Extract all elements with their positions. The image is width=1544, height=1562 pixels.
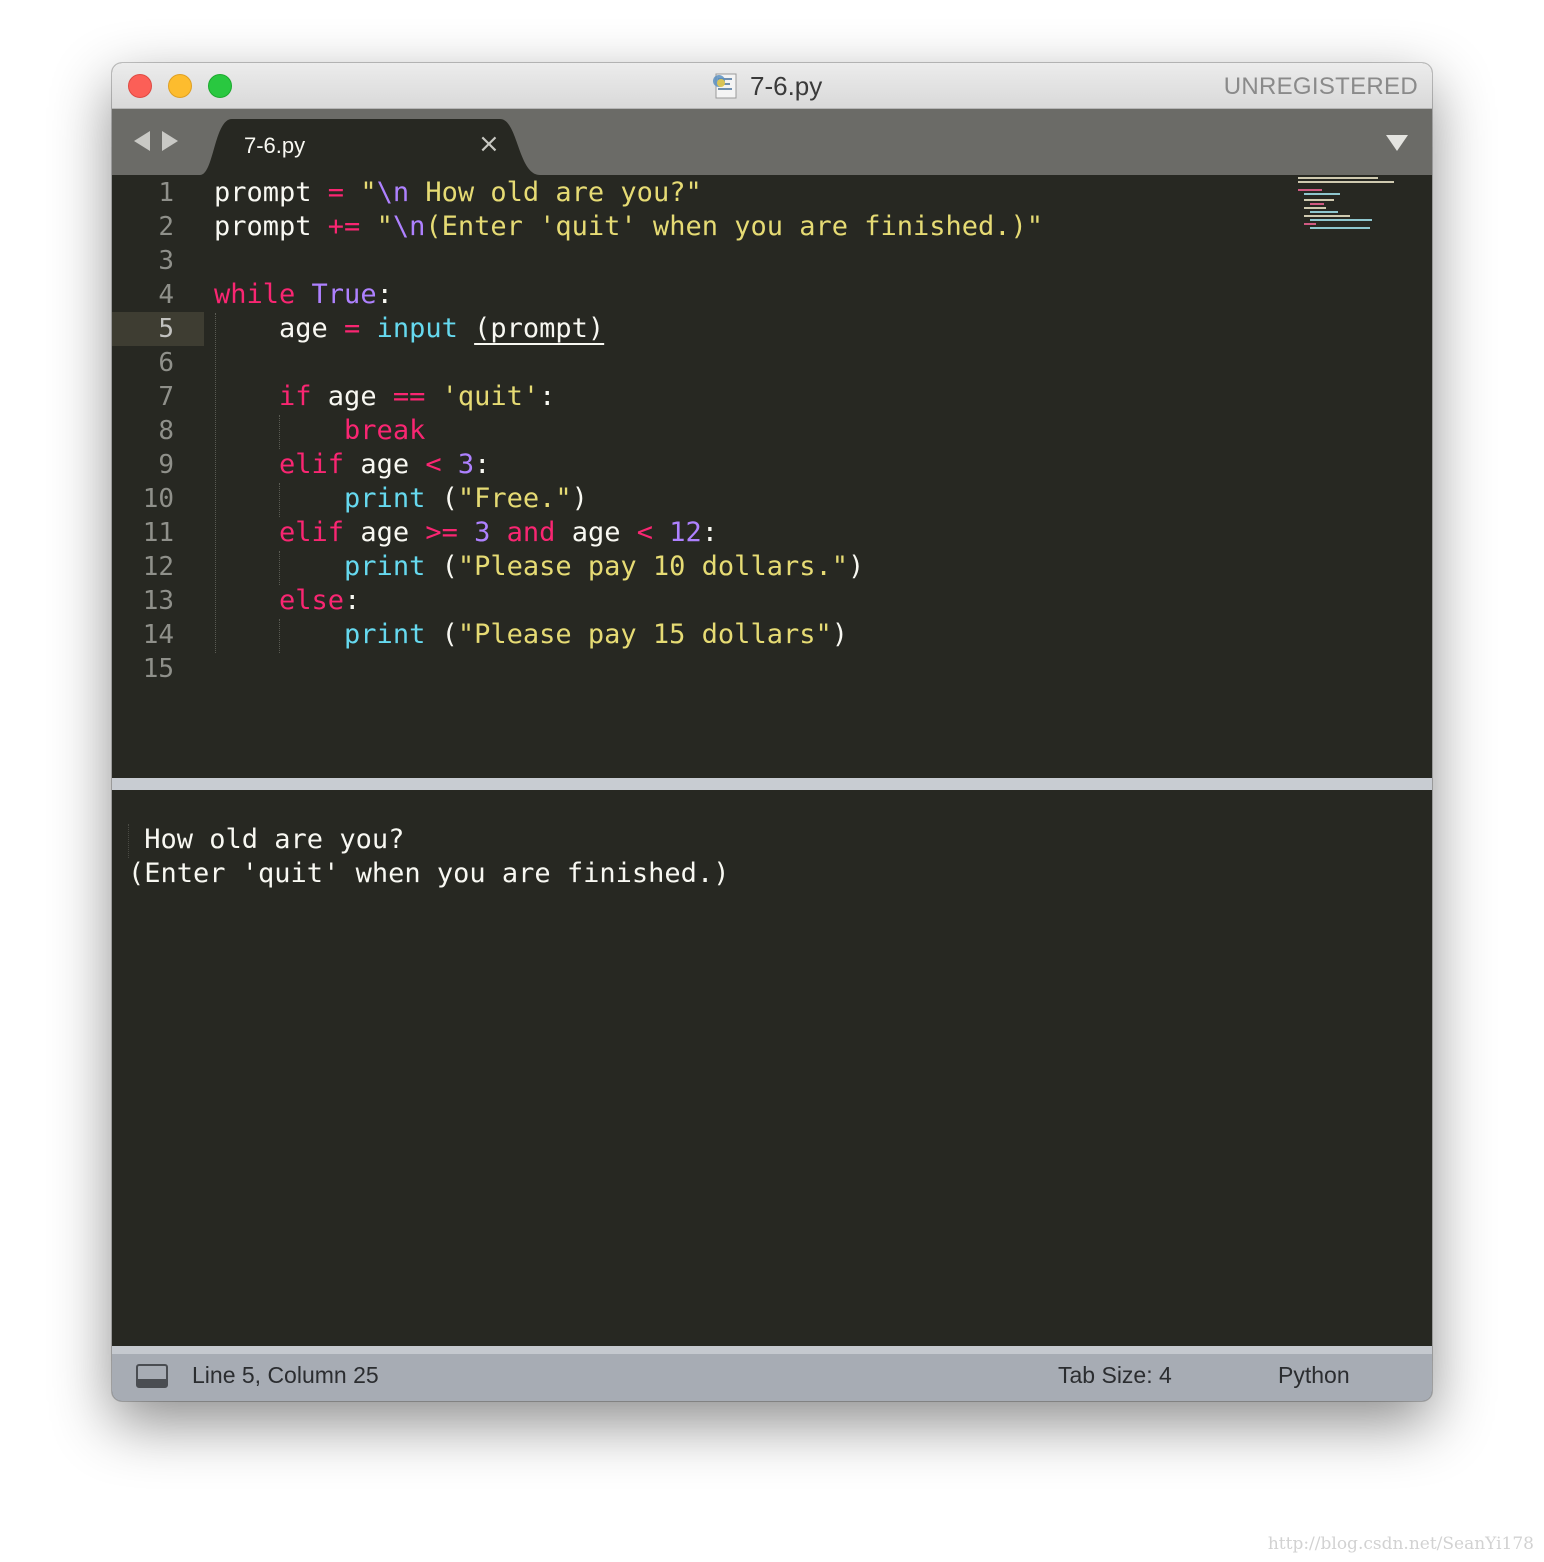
tab-bar: 7-6.py ×: [112, 109, 1432, 175]
code-line: elif age >= 3 and age < 12:: [279, 517, 719, 548]
console-line: (Enter 'quit' when you are finished.): [128, 858, 730, 889]
previous-tab-arrow-icon[interactable]: [134, 131, 150, 151]
line-number: 11: [142, 518, 174, 548]
code-line: prompt += "\n(Enter 'quit' when you are …: [214, 211, 1044, 242]
tab-7-6-py[interactable]: 7-6.py ×: [200, 119, 540, 175]
next-tab-arrow-icon[interactable]: [162, 131, 178, 151]
line-number-active: 5: [158, 314, 174, 344]
line-number: 13: [142, 586, 174, 616]
watermark: http://blog.csdn.net/SeanYi178: [1267, 1534, 1534, 1554]
tab-size-selector[interactable]: Tab Size: 4: [1058, 1362, 1172, 1389]
line-number: 7: [158, 382, 174, 412]
line-number: 15: [142, 654, 174, 684]
code-line: break: [344, 415, 426, 446]
code-line: while True:: [214, 279, 393, 310]
code-line: print ("Please pay 10 dollars."): [344, 551, 865, 582]
line-number: 8: [158, 416, 174, 446]
line-number: 1: [158, 178, 174, 208]
toggle-panel-icon[interactable]: [136, 1364, 168, 1388]
line-number: 4: [158, 280, 174, 310]
tab-label: 7-6.py: [244, 133, 306, 158]
tab-close-icon[interactable]: ×: [478, 129, 500, 159]
cursor-position: Line 5, Column 25: [192, 1362, 379, 1388]
line-number: 3: [158, 246, 174, 276]
line-number: 6: [158, 348, 174, 378]
code-line: print ("Free."): [344, 483, 588, 514]
code-line: print ("Please pay 15 dollars"): [344, 619, 848, 650]
editor-window: 7-6.py UNREGISTERED 7-6.py × 1 2 3 4 5 6…: [112, 63, 1432, 1401]
code-line: else:: [279, 585, 361, 616]
status-bar: Line 5, Column 25 Tab Size: 4 Python: [112, 1346, 1432, 1401]
code-line: elif age < 3:: [279, 449, 491, 480]
code-line: if age == 'quit':: [279, 381, 556, 412]
syntax-selector[interactable]: Python: [1278, 1362, 1350, 1389]
close-window-button[interactable]: [128, 74, 152, 98]
window-title: 7-6.py: [750, 71, 823, 101]
minimap[interactable]: [1298, 177, 1408, 237]
line-number: 14: [142, 620, 174, 650]
python-file-icon: [713, 73, 737, 99]
code-editor[interactable]: 1 2 3 4 5 6 7 8 9 10 11 12 13 14 15 prom…: [112, 175, 1432, 778]
line-number: 2: [158, 212, 174, 242]
line-number: 12: [142, 552, 174, 582]
zoom-window-button[interactable]: [208, 74, 232, 98]
line-number: 10: [142, 484, 174, 514]
console-line: How old are you?: [128, 824, 405, 855]
panel-splitter[interactable]: [112, 778, 1432, 790]
code-line: prompt = "\n How old are you?": [214, 177, 702, 208]
unregistered-label: UNREGISTERED: [1223, 73, 1418, 100]
title-bar: 7-6.py UNREGISTERED: [112, 63, 1432, 109]
tab-list-dropdown-icon[interactable]: [1386, 135, 1408, 151]
build-output-panel[interactable]: How old are you? (Enter 'quit' when you …: [116, 790, 1428, 1346]
minimize-window-button[interactable]: [168, 74, 192, 98]
code-line-active: age = input (prompt): [214, 313, 605, 344]
line-number: 9: [158, 450, 174, 480]
